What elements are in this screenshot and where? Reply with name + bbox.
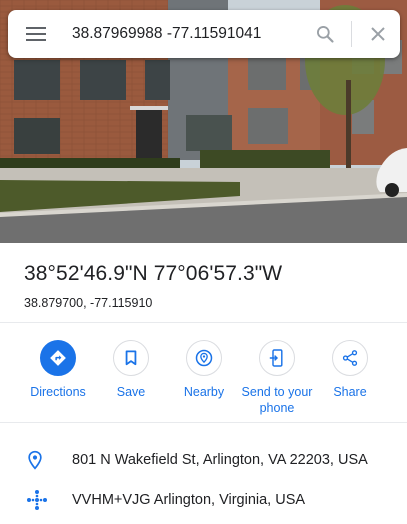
nearby-button[interactable]: Nearby [164,340,244,400]
nearby-icon [195,349,213,367]
send-to-phone-label: Send to your phone [241,385,313,415]
coordinates-dms-title: 38°52'46.9"N 77°06'57.3"W [24,262,283,285]
address-text: 801 N Wakefield St, Arlington, VA 22203,… [72,452,368,468]
search-button[interactable] [305,10,345,58]
place-header: 38°52'46.9"N 77°06'57.3"W 38.879700, -77… [24,262,391,310]
search-icon [317,26,334,43]
action-buttons-row: Directions Save Nearby Send to your phon… [0,340,407,420]
hamburger-menu-icon [26,27,46,41]
location-pin-icon [28,450,42,470]
bookmark-icon [125,350,137,366]
search-input[interactable] [64,10,305,58]
menu-button[interactable] [8,10,64,58]
search-bar [8,10,400,58]
send-to-phone-button[interactable]: Send to your phone [237,340,317,416]
search-bar-divider [351,21,352,47]
directions-icon [50,350,66,366]
directions-button[interactable]: Directions [18,340,98,400]
plus-code-row[interactable]: VVHM+VJG Arlington, Virginia, USA [0,480,407,520]
address-row[interactable]: 801 N Wakefield St, Arlington, VA 22203,… [0,440,407,480]
plus-code-text: VVHM+VJG Arlington, Virginia, USA [72,492,306,508]
save-button[interactable]: Save [91,340,171,400]
send-to-phone-icon [269,349,283,367]
share-label: Share [333,385,367,399]
clear-search-button[interactable] [356,10,400,58]
coordinates-decimal[interactable]: 38.879700, -77.115910 [24,296,391,310]
share-button[interactable]: Share [310,340,390,400]
save-label: Save [116,385,146,399]
share-icon [342,350,358,366]
directions-label: Directions [30,385,86,399]
divider [0,422,407,423]
divider [0,322,407,323]
nearby-label: Nearby [183,385,225,399]
plus-code-icon [27,490,47,510]
close-icon [371,27,385,41]
